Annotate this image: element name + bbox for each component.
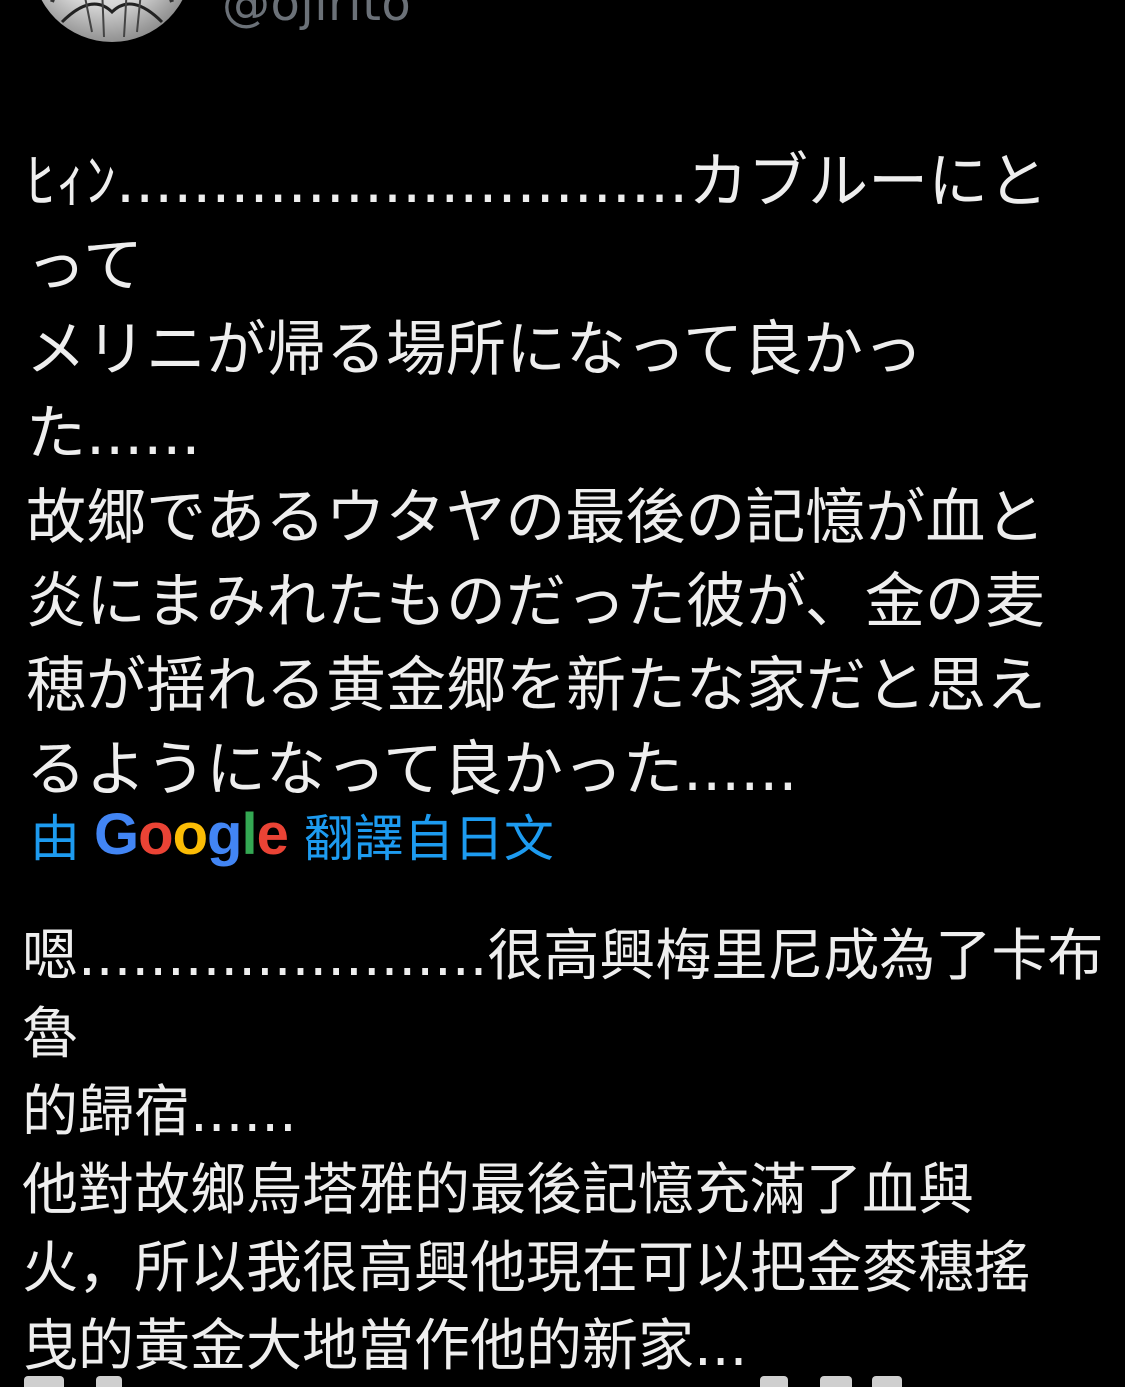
avatar-image <box>50 0 174 38</box>
tweet-header: @ojirito <box>0 0 1125 60</box>
next-line-partial <box>0 1376 1125 1387</box>
google-logo-letter: o <box>138 802 173 867</box>
google-logo: Google <box>94 802 289 867</box>
translation-from-label: 翻譯自日文 <box>303 810 554 868</box>
google-logo-letter: g <box>207 802 242 867</box>
author-handle[interactable]: @ojirito <box>222 0 411 32</box>
translation-by-label: 由 <box>30 810 80 868</box>
avatar[interactable] <box>32 0 192 42</box>
tweet-text: ﾋｨﾝ..............................カブルーにとっ… <box>26 147 1049 805</box>
translation-attribution[interactable]: 由 Google 翻譯自日文 <box>30 800 554 870</box>
translated-text: 嗯.......................很高興梅里尼成為了卡布魯 的歸宿… <box>22 924 1104 1379</box>
google-logo-letter: e <box>256 802 289 867</box>
google-logo-letter: G <box>94 802 139 867</box>
google-logo-letter: o <box>172 802 208 867</box>
google-logo-letter: l <box>241 802 257 867</box>
